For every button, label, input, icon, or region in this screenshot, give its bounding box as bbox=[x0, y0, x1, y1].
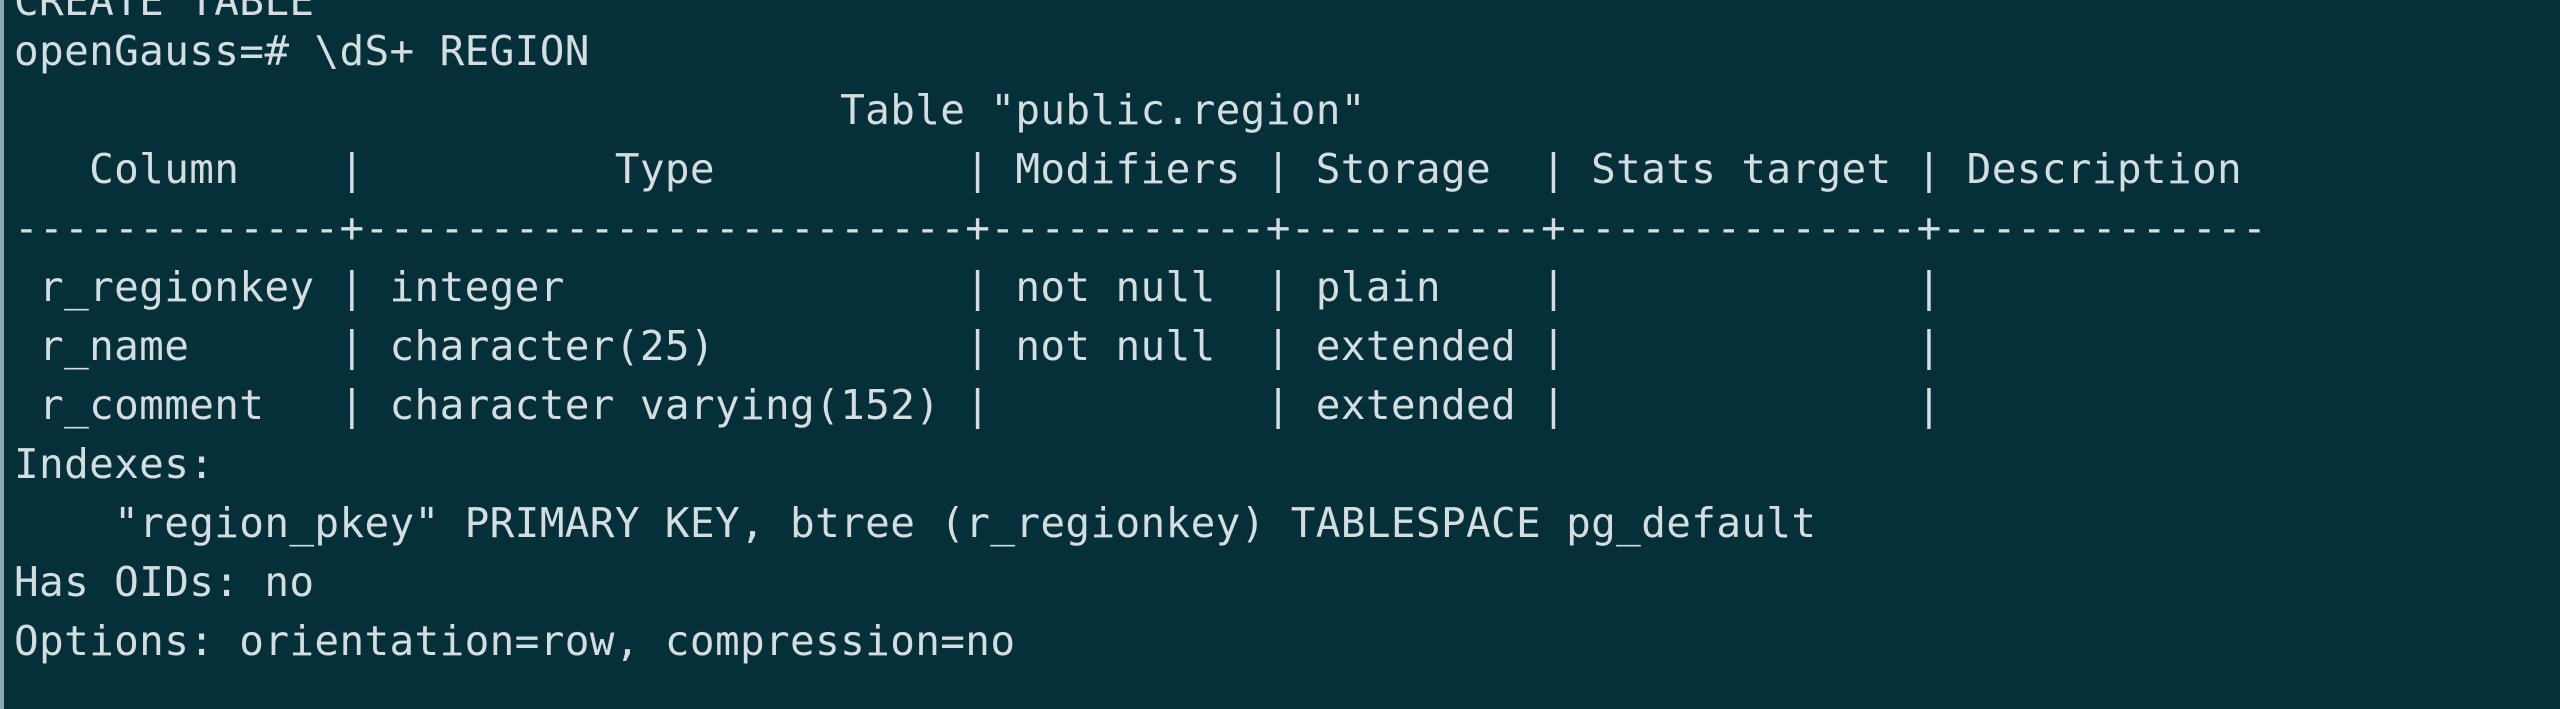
table-header-line: Column | Type | Modifiers | Storage | St… bbox=[14, 145, 2243, 193]
prompt-command-line: openGauss=# \dS+ REGION bbox=[14, 27, 590, 75]
index-definition-line: "region_pkey" PRIMARY KEY, btree (r_regi… bbox=[14, 499, 1817, 547]
has-oids-line: Has OIDs: no bbox=[14, 558, 315, 606]
options-line: Options: orientation=row, compression=no bbox=[14, 617, 1016, 665]
table-row-name: r_name | character(25) | not null | exte… bbox=[14, 322, 1942, 370]
terminal-window[interactable]: CREATE TABLE openGauss=# \dS+ REGION Tab… bbox=[0, 0, 2560, 709]
table-row-comment: r_comment | character varying(152) | | e… bbox=[14, 381, 1942, 429]
table-row-regionkey: r_regionkey | integer | not null | plain… bbox=[14, 263, 1942, 311]
table-separator-line: -------------+------------------------+-… bbox=[14, 204, 2268, 252]
table-title-line: Table "public.region" bbox=[14, 86, 1366, 134]
indexes-heading-line: Indexes: bbox=[14, 440, 215, 488]
